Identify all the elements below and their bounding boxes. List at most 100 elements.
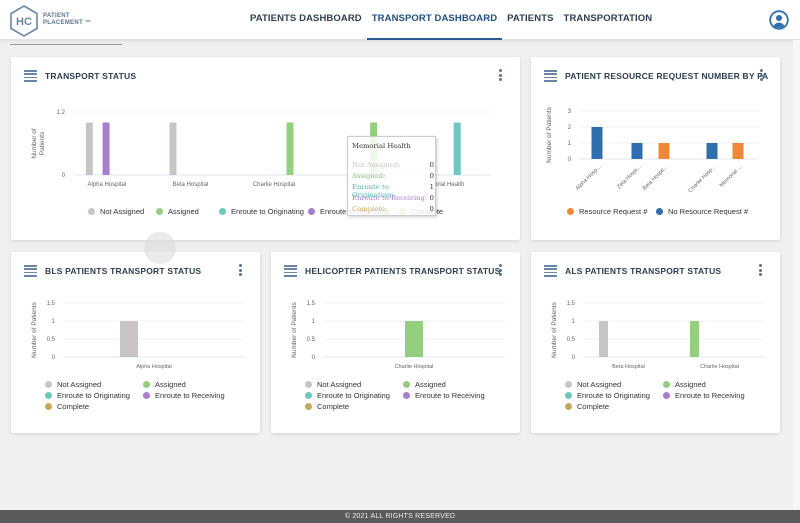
horizontal-scroll-indicator[interactable] [10,44,122,45]
y-axis-label: Number of Patients [546,106,553,162]
legend-item-enroute-to-originating[interactable]: Enroute to Originating [45,391,130,400]
legend-dot-icon [565,392,572,399]
legend-item-not-assigned[interactable]: Not Assigned [305,380,361,389]
tooltip-title: Memorial Health [352,142,411,150]
x-tick-label: orial Health [434,182,464,188]
y-tick-label: 0.5 [567,337,576,343]
helicopter-card: HELICOPTER PATIENTS TRANSPORT STATUS 0 0.… [271,252,520,433]
user-circle-icon[interactable] [769,10,789,30]
tooltip-value: 0 [429,172,434,180]
x-tick-label: Beta Hospital [173,182,209,188]
legend-dot-icon [403,392,410,399]
legend-dot-icon [565,381,572,388]
y-tick-label: 1 [568,141,572,147]
tooltip-row-assigned: Assigned: 0 [352,172,434,180]
footer: © 2021 ALL RIGHTS RESERVED [0,510,800,523]
y-tick-label: 0 [62,173,66,179]
x-tick-label: Beta Hospital [612,364,645,370]
main-nav: PATIENTS DASHBOARD TRANSPORT DASHBOARD P… [245,0,657,40]
legend-label: Enroute to Originating [317,391,390,400]
tooltip-row-not-assigned: Not Assigned: 0 [352,161,434,169]
tooltip-label: Assigned: [352,172,386,180]
legend-item-assigned[interactable]: Assigned [403,380,446,389]
y-tick-label: 3 [568,109,572,115]
tooltip-row-enroute-receiving: Enroute to Receiving: 0 [352,194,434,202]
y-tick-label: 0 [572,355,576,361]
nav-patients-dashboard[interactable]: PATIENTS DASHBOARD [245,0,367,40]
legend-item-assigned[interactable]: Assigned [156,207,199,216]
tooltip-label: Not Assigned: [352,161,401,169]
legend-item-complete[interactable]: Complete [45,402,89,411]
bar-no-resource-request [706,143,718,159]
nav-transport-dashboard[interactable]: TRANSPORT DASHBOARD [366,0,503,40]
legend-item-enroute-to-originating[interactable]: Enroute to Originating [305,391,390,400]
legend-dot-icon [156,208,163,215]
legend-item-resource-request[interactable]: Resource Request # [567,207,647,216]
legend-dot-icon [305,381,312,388]
legend-item-enroute-to-receiving[interactable]: Enroute to Receiving [663,391,745,400]
legend-label: Resource Request # [579,207,648,216]
legend-item-assigned[interactable]: Assigned [663,380,706,389]
legend-label: Enroute to Originating [231,207,304,216]
legend-item-not-assigned[interactable]: Not Assigned [45,380,101,389]
legend-label: Assigned [415,380,446,389]
svg-text:HC: HC [16,16,32,28]
legend-item-not-assigned[interactable]: Not Assigned [565,380,621,389]
tooltip-label: Enroute to Receiving: [352,194,428,202]
legend-label: No Resource Request # [668,207,749,216]
y-axis-label: Number of Patients [551,301,558,357]
legend-label: Not Assigned [577,380,622,389]
nav-patients[interactable]: PATIENTS [502,0,558,40]
bar-enroute-to-originating [453,122,461,175]
y-tick-label: 2 [568,125,572,131]
legend-item-enroute-to-receiving[interactable]: Enroute to Receiving [143,391,225,400]
legend-item-assigned[interactable]: Assigned [143,380,186,389]
legend-dot-icon [663,392,670,399]
resource-request-card: PATIENT RESOURCE REQUEST NUMBER BY FA 01… [531,57,780,240]
tooltip-label: Complete: [352,205,388,213]
x-tick-label: Charlie Hospital [700,364,739,370]
legend-item-complete[interactable]: Complete [305,402,349,411]
bar-no-resource-request [591,127,603,159]
legend-dot-icon [656,208,663,215]
legend-item-no-resource-request[interactable]: No Resource Request # [656,207,748,216]
legend-item-enroute-to-originating[interactable]: Enroute to Originating [565,391,650,400]
tooltip-value: 0 [429,161,434,169]
click-ripple [144,232,176,264]
transport-status-card: TRANSPORT STATUS 0 1.2 Number of Patients Al… [11,57,520,240]
y-tick-label: 0 [568,157,572,163]
legend-item-complete[interactable]: Complete [565,402,609,411]
legend-item-enroute-to-receiving[interactable]: Enroute to Receiving [403,391,485,400]
chart-tooltip: Memorial Health Not Assigned: 0 Assigned:… [347,136,436,216]
bls-card: BLS PATIENTS TRANSPORT STATUS 0 0.5 1 1.5 Nu… [11,252,260,433]
hc-logo-icon[interactable]: HC [9,5,39,37]
legend-dot-icon [663,381,670,388]
legend-dot-icon [143,381,150,388]
y-axis-label: Patients [39,131,46,155]
x-tick-label: Charlie Hospital [395,364,434,370]
y-tick-label: 1 [312,319,316,325]
bar-resource-request [658,143,670,159]
bar-not-assigned [169,122,177,175]
legend-dot-icon [567,208,574,215]
y-tick-label: 0 [52,355,56,361]
vertical-scrollbar[interactable] [793,40,800,510]
x-tick-label: Charlie Hosp... [687,164,717,194]
legend-item-not-assigned[interactable]: Not Assigned [88,207,144,216]
y-tick-label: 0.5 [307,337,316,343]
top-header: HC PATIENT PLACEMENT ™ PATIENTS DASHBOAR… [0,0,800,40]
logo-text: PATIENT PLACEMENT ™ [43,13,91,27]
legend-dot-icon [403,381,410,388]
y-tick-label: 0 [312,355,316,361]
legend-label: Complete [57,402,90,411]
x-tick-label: Zeta Hospi... [616,164,643,191]
legend-dot-icon [45,403,52,410]
legend-label: Assigned [155,380,186,389]
x-tick-label: Alpha Hospital [87,182,126,188]
nav-transportation[interactable]: TRANSPORTATION [559,0,658,40]
legend-item-enroute-to-originating[interactable]: Enroute to Originating [219,207,304,216]
x-tick-label: Alpha Hospital [136,364,171,370]
y-axis-label: Number of Patients [291,301,298,357]
bar-not-assigned [85,122,93,175]
legend-label: Enroute to Receiving [415,391,485,400]
